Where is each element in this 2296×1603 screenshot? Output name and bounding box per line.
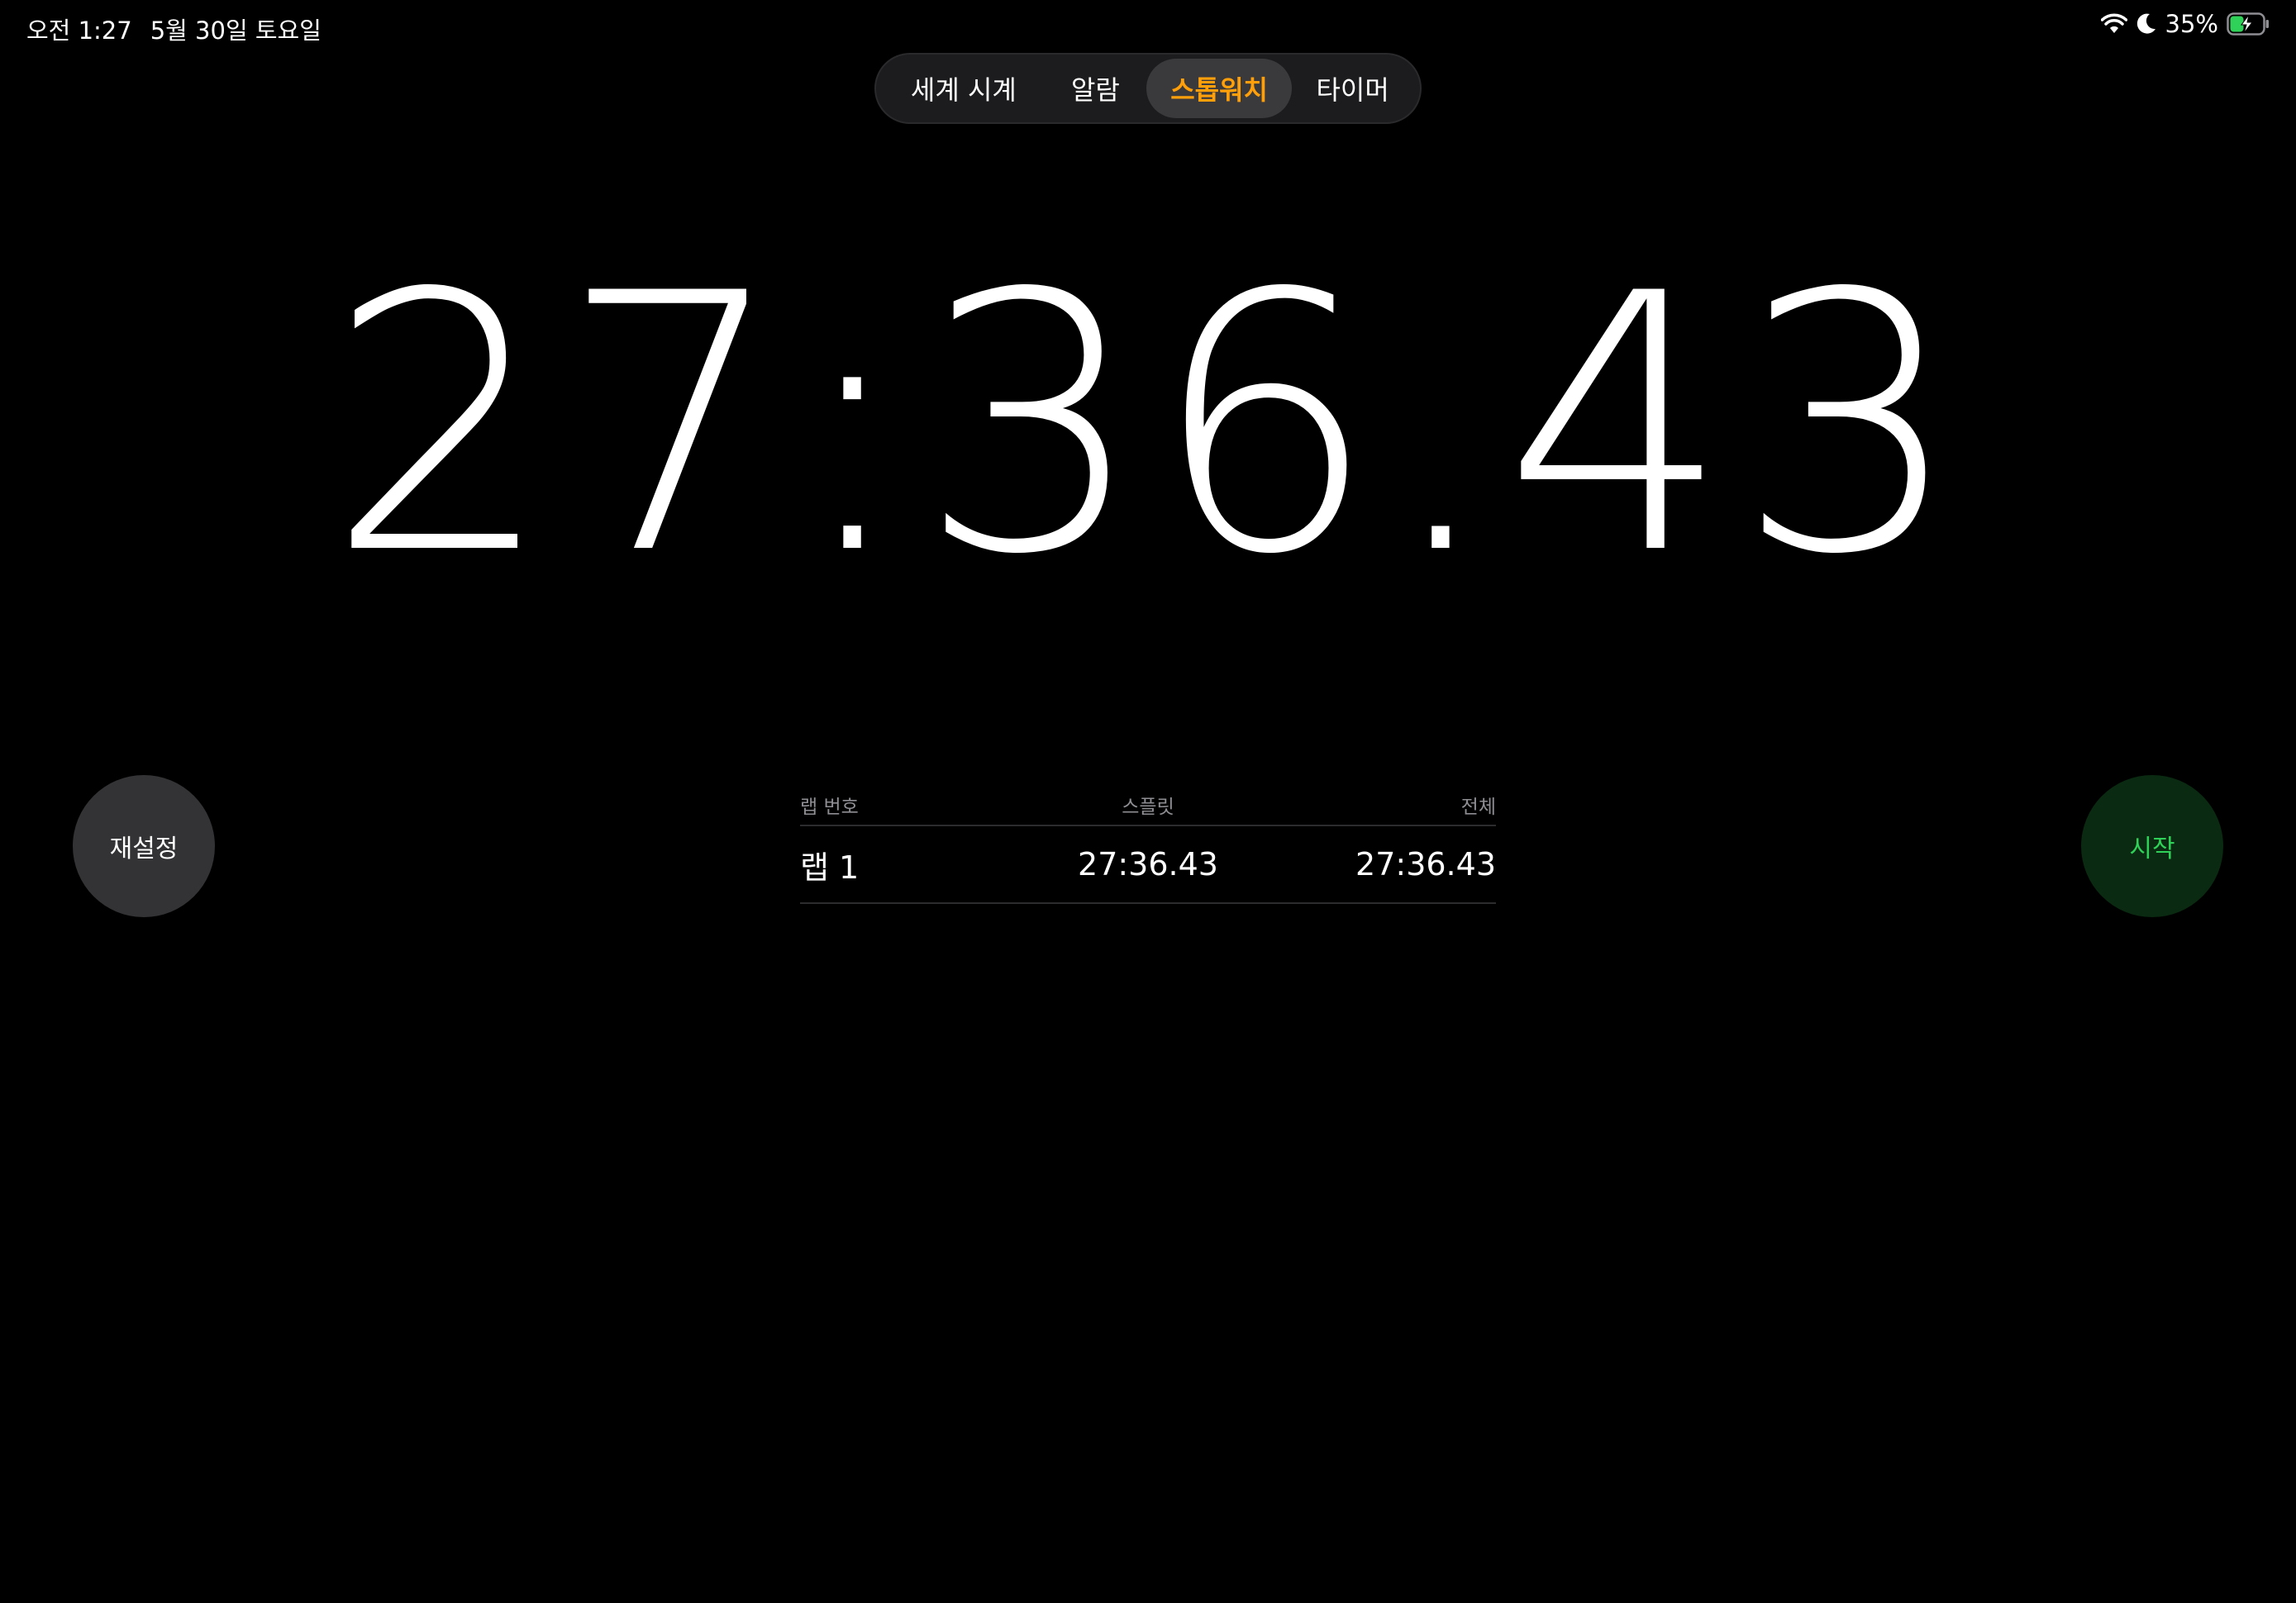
reset-button-label: 재설정: [109, 835, 179, 863]
battery-charging-icon: [2227, 12, 2270, 36]
tab-stopwatch[interactable]: 스톱워치: [1146, 59, 1293, 118]
reset-button[interactable]: 재설정: [73, 775, 215, 917]
stopwatch-screen: 오전 1:27 5월 30일 토요일 35% 세계 시계 알람 스톱워치 타이머…: [0, 0, 2296, 1603]
status-bar-left: 오전 1:27 5월 30일 토요일: [26, 12, 322, 46]
wifi-icon: [2100, 13, 2127, 35]
tab-timer[interactable]: 타이머: [1292, 59, 1413, 118]
tab-world-clock[interactable]: 세계 시계: [883, 59, 1045, 118]
lap-total: 27:36.43: [1355, 846, 1496, 882]
lap-label: 랩 1: [800, 849, 860, 886]
start-button[interactable]: 시작: [2081, 775, 2223, 917]
lap-table-header: 랩 번호 스플릿 전체: [800, 785, 1496, 826]
tab-bar: 세계 시계 알람 스톱워치 타이머: [874, 53, 1422, 124]
header-lap-number: 랩 번호: [800, 797, 859, 818]
lap-split: 27:36.43: [1078, 846, 1218, 882]
header-split: 스플릿: [1122, 797, 1174, 818]
start-button-label: 시작: [2129, 835, 2175, 863]
header-total: 전체: [1460, 797, 1496, 818]
stopwatch-display: 27:36.43: [326, 219, 1970, 632]
lap-table: 랩 번호 스플릿 전체 랩 1 27:36.43 27:36.43: [800, 785, 1496, 904]
lap-row: 랩 1 27:36.43 27:36.43: [800, 826, 1496, 904]
tab-alarm[interactable]: 알람: [1045, 59, 1146, 118]
status-date: 5월 30일 토요일: [150, 17, 322, 45]
status-bar-right: 35%: [2100, 10, 2270, 38]
status-time: 오전 1:27: [26, 17, 132, 45]
battery-percentage: 35%: [2165, 10, 2218, 38]
moon-icon: [2136, 12, 2157, 36]
